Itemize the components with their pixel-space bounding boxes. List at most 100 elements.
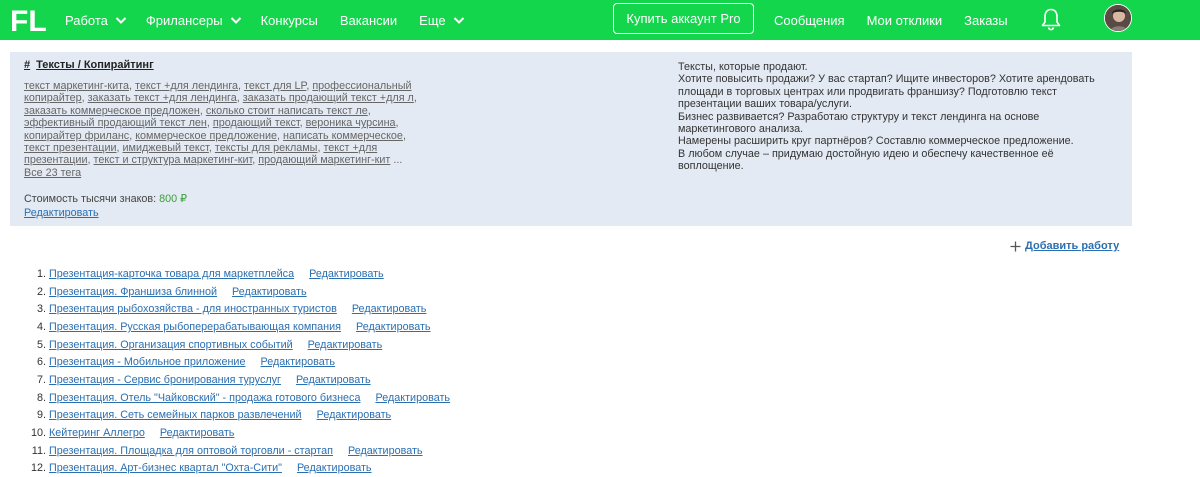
work-title-link[interactable]: Презентация. Площадка для оптовой торгов… <box>49 445 333 457</box>
price-per-thousand: Стоимость тысячи знаков: 800 ₽ <box>24 192 424 205</box>
add-work-button[interactable]: Добавить работу <box>1010 240 1119 252</box>
chevron-down-icon <box>453 17 464 24</box>
edit-work-link[interactable]: Редактировать <box>297 462 372 474</box>
work-number: 3. <box>36 303 46 316</box>
work-item: 7. Презентация - Сервис бронирования тур… <box>20 371 450 389</box>
work-item: 12. Презентация. Арт-бизнес квартал "Охт… <box>20 460 450 477</box>
work-item: 3. Презентация рыбохозяйства - для иност… <box>20 300 450 318</box>
edit-work-link[interactable]: Редактировать <box>160 427 235 439</box>
tag-link[interactable]: заказать продающий текст +для л <box>243 92 414 104</box>
edit-work-link[interactable]: Редактировать <box>352 303 427 315</box>
tag-link[interactable]: копирайтер фриланс <box>24 130 129 142</box>
work-title-link[interactable]: Кейтеринг Аллегро <box>49 427 145 439</box>
nav-contests-label: Конкурсы <box>260 12 318 28</box>
tag-link[interactable]: текст для LP <box>244 80 306 92</box>
nav-messages[interactable]: Сообщения <box>774 13 845 28</box>
work-item: 6. Презентация - Мобильное приложение Ред… <box>20 353 450 371</box>
nav-work[interactable]: Работа <box>65 13 127 28</box>
work-item: 1. Презентация-карточка товара для марке… <box>20 265 450 283</box>
work-title-link[interactable]: Презентация. Франшиза блинной <box>49 286 217 298</box>
description-line: В любом случае – придумаю достойную идею… <box>678 147 1054 173</box>
edit-category-link[interactable]: Редактировать <box>24 207 99 219</box>
tag-link[interactable]: сколько стоит написать текст ле <box>206 105 368 117</box>
nav-freelancers[interactable]: Фрилансеры <box>146 13 242 28</box>
work-title-link[interactable]: Презентация. Организация спортивных собы… <box>49 339 293 351</box>
edit-work-link[interactable]: Редактировать <box>356 321 431 333</box>
nav-vacancies[interactable]: Вакансии <box>340 13 397 28</box>
edit-work-link[interactable]: Редактировать <box>317 409 392 421</box>
edit-work-link[interactable]: Редактировать <box>309 268 384 280</box>
edit-work-link[interactable]: Редактировать <box>232 286 307 298</box>
buy-pro-button[interactable]: Купить аккаунт Pro <box>613 3 754 34</box>
tags-ellipsis: ... <box>393 154 403 167</box>
work-title-link[interactable]: Презентация. Арт-бизнес квартал "Охта-Си… <box>49 462 282 474</box>
work-title-link[interactable]: Презентация. Отель "Чайковский" - продаж… <box>49 392 360 404</box>
tag-link[interactable]: вероника чурсина <box>306 117 396 129</box>
portfolio-category-block: # Тексты / Копирайтинг текст маркетинг-к… <box>10 52 1132 226</box>
nav-contests[interactable]: Конкурсы <box>261 13 318 28</box>
add-work-label: Добавить работу <box>1025 240 1120 252</box>
work-number: 4. <box>36 320 46 333</box>
tag-link[interactable]: тексты для рекламы <box>215 142 318 154</box>
price-label: Стоимость тысячи знаков: <box>24 192 157 205</box>
description-line: Бизнес развивается? Разработаю структуру… <box>678 110 1040 136</box>
tag-link[interactable]: текст и структура маркетинг-кит <box>94 154 253 166</box>
work-item: 2. Презентация. Франшиза блинной Редактир… <box>20 283 450 301</box>
tag-link[interactable]: заказать коммерческое предложен <box>24 105 200 117</box>
user-nav: Сообщения Мои отклики Заказы <box>774 0 1030 40</box>
bell-icon[interactable] <box>1040 7 1062 31</box>
tag-link[interactable]: эффективный продающий текст лен <box>24 117 207 129</box>
category-hash: # <box>24 59 31 71</box>
nav-work-label: Работа <box>65 12 108 28</box>
work-title-link[interactable]: Презентация. Сеть семейных парков развле… <box>49 409 302 421</box>
work-number: 5. <box>36 338 46 351</box>
fl-logo[interactable]: FL <box>10 4 46 36</box>
category-title-link[interactable]: Тексты / Копирайтинг <box>36 59 154 71</box>
edit-work-link[interactable]: Редактировать <box>348 445 423 457</box>
description-line: Намерены расширить круг партнёров? Соста… <box>678 135 1074 148</box>
tag-link[interactable]: продающий маркетинг-кит <box>258 154 390 166</box>
work-item: 5. Презентация. Организация спортивных с… <box>20 336 450 354</box>
work-title-link[interactable]: Презентация - Сервис бронирования турусл… <box>49 374 281 386</box>
plus-icon <box>1010 241 1021 251</box>
category-title: # Тексты / Копирайтинг <box>24 59 424 71</box>
work-number: 10. <box>30 427 46 440</box>
tag-link[interactable]: имиджевый текст <box>123 142 209 154</box>
work-number: 7. <box>36 373 46 386</box>
work-number: 12. <box>30 462 46 475</box>
edit-work-link[interactable]: Редактировать <box>375 392 450 404</box>
work-title-link[interactable]: Презентация - Мобильное приложение <box>49 356 245 368</box>
nav-orders[interactable]: Заказы <box>964 13 1007 28</box>
price-value: 800 ₽ <box>159 192 188 205</box>
user-avatar[interactable] <box>1104 4 1132 32</box>
work-number: 6. <box>36 356 46 369</box>
nav-freelancers-label: Фрилансеры <box>145 12 223 28</box>
tag-link[interactable]: заказать текст +для лендинга <box>88 92 237 104</box>
avatar-image <box>1105 5 1131 31</box>
category-info: # Тексты / Копирайтинг текст маркетинг-к… <box>24 59 424 205</box>
work-number: 2. <box>36 285 46 298</box>
edit-work-link[interactable]: Редактировать <box>260 356 335 368</box>
all-tags-link[interactable]: Все 23 тега <box>24 167 81 179</box>
nav-more[interactable]: Еще <box>419 13 464 28</box>
work-number: 9. <box>36 409 46 422</box>
nav-my-responses[interactable]: Мои отклики <box>867 13 943 28</box>
tag-link[interactable]: коммерческое предложение <box>135 130 277 142</box>
work-number: 8. <box>36 391 46 404</box>
tag-link[interactable]: текст +для лендинга <box>135 80 238 92</box>
works-list: 1. Презентация-карточка товара для марке… <box>20 265 450 477</box>
tag-link[interactable]: текст маркетинг-кита <box>24 80 129 92</box>
edit-work-link[interactable]: Редактировать <box>296 374 371 386</box>
work-number: 1. <box>36 267 46 280</box>
tag-link[interactable]: написать коммерческое <box>283 130 403 142</box>
chevron-down-icon <box>115 17 127 24</box>
main-nav: Работа Фрилансеры Конкурсы Вакансии Еще <box>65 0 484 40</box>
work-title-link[interactable]: Презентация рыбохозяйства - для иностран… <box>49 303 337 315</box>
work-title-link[interactable]: Презентация-карточка товара для маркетпл… <box>49 268 294 280</box>
tag-link[interactable]: продающий текст <box>213 117 300 129</box>
top-navigation-bar: FL Работа Фрилансеры Конкурсы Вакансии Е… <box>0 0 1200 40</box>
work-title-link[interactable]: Презентация. Русская рыбоперерабатывающа… <box>49 321 341 333</box>
tag-link[interactable]: текст презентации <box>24 142 117 154</box>
edit-work-link[interactable]: Редактировать <box>308 339 383 351</box>
category-description: Тексты, которые продают. Хотите повысить… <box>678 61 1118 173</box>
